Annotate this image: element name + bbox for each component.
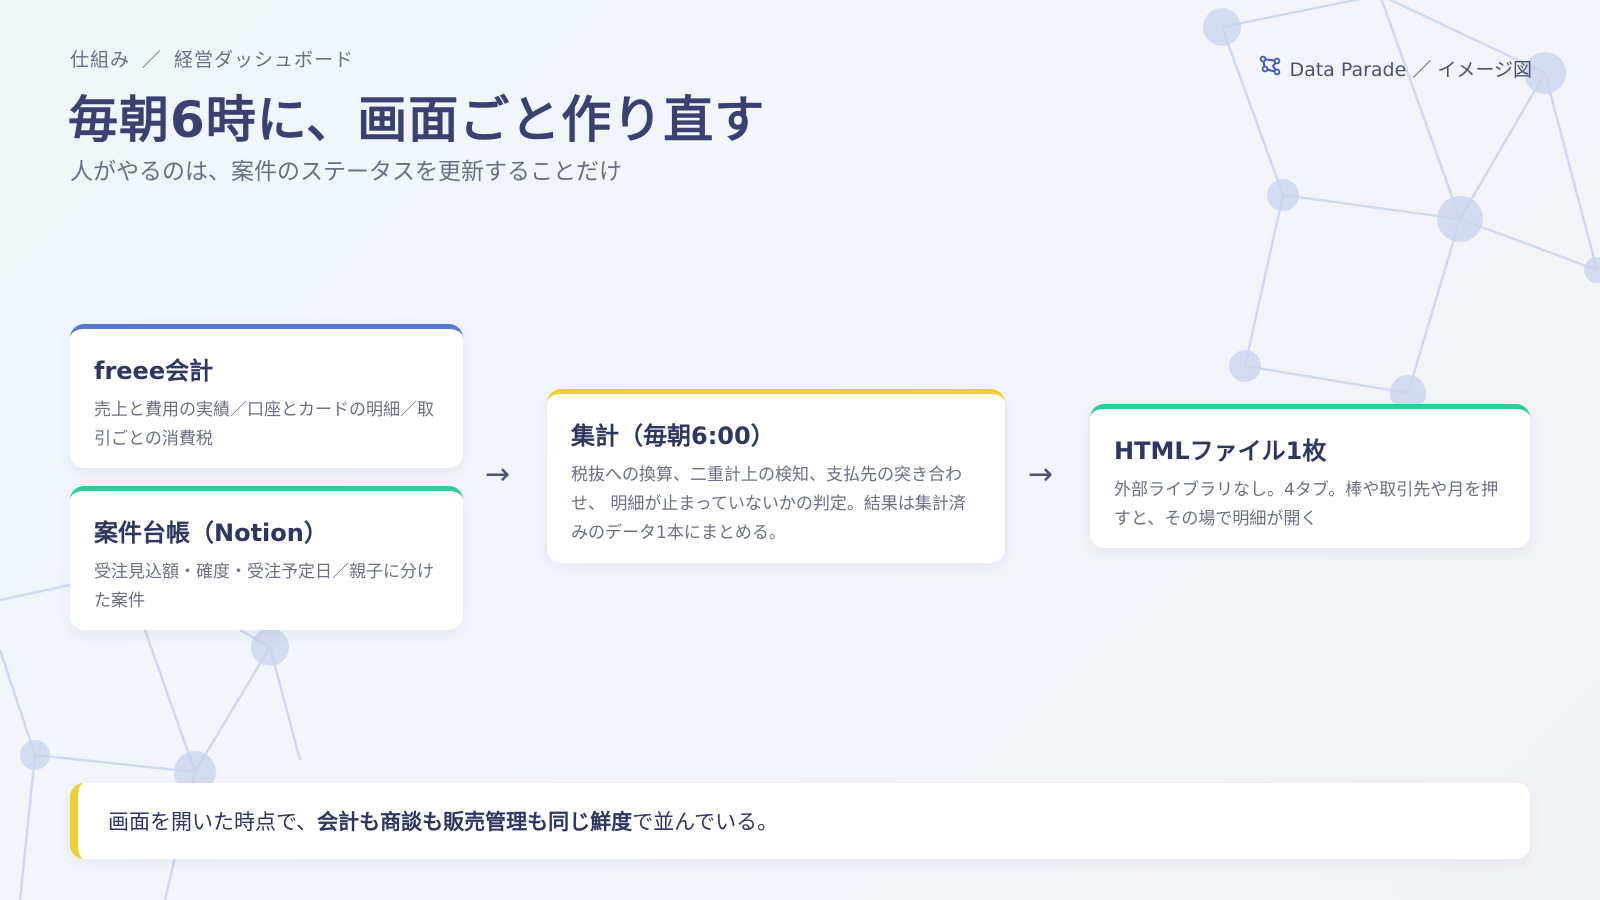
card-description: 外部ライブラリなし。4タブ。棒や取引先や月を押すと、その場で明細が開く [1114,480,1499,529]
breadcrumb-separator: ／ [142,49,163,71]
breadcrumb-item-dashboard: 経営ダッシュボード [174,49,355,71]
card-title: freee会計 [94,357,214,385]
note-text-after: で並んでいる。 [632,810,779,834]
note-emphasis: 会計も商談も販売管理も同じ鮮度 [317,810,633,834]
brand: Data Parade ／ イメージ図 [1259,55,1532,82]
source-card-notion: 案件台帳（Notion） 受注見込額・確度・受注予定日／親子に分けた案件 [70,486,463,630]
card-description: 税抜への換算、二重計上の検知、支払先の突き合わせ、 明細が止まっていないかの判定… [571,465,966,543]
card-title: 案件台帳（Notion） [94,519,328,547]
card-title: HTMLファイル1枚 [1114,437,1327,465]
summary-note: 画面を開いた時点で、 会計も商談も販売管理も同じ鮮度 で並んでいる。 [70,783,1530,859]
note-text-before: 画面を開いた時点で、 [108,810,318,834]
arrow-right-icon: → [485,457,511,492]
output-card-html: HTMLファイル1枚 外部ライブラリなし。4タブ。棒や取引先や月を押すと、その場… [1090,404,1530,548]
breadcrumb: 仕組み ／ 経営ダッシュボード [70,45,354,72]
arrow-right-icon: → [1028,457,1054,492]
card-title: 集計（毎朝6:00） [571,422,775,450]
breadcrumb-item-mechanism: 仕組み [70,49,131,71]
brand-label: Data Parade ／ イメージ図 [1289,59,1532,81]
source-card-freee: freee会計 売上と費用の実績／口座とカードの明細／取引ごとの消費税 [70,324,463,468]
card-description: 受注見込額・確度・受注予定日／親子に分けた案件 [94,562,434,611]
aggregation-card: 集計（毎朝6:00） 税抜への換算、二重計上の検知、支払先の突き合わせ、 明細が… [547,389,1005,563]
network-icon [1259,55,1281,82]
page-subtitle: 人がやるのは、案件のステータスを更新することだけ [70,159,622,185]
card-description: 売上と費用の実績／口座とカードの明細／取引ごとの消費税 [94,400,434,449]
page-title: 毎朝6時に、画面ごと作り直す [68,91,766,149]
